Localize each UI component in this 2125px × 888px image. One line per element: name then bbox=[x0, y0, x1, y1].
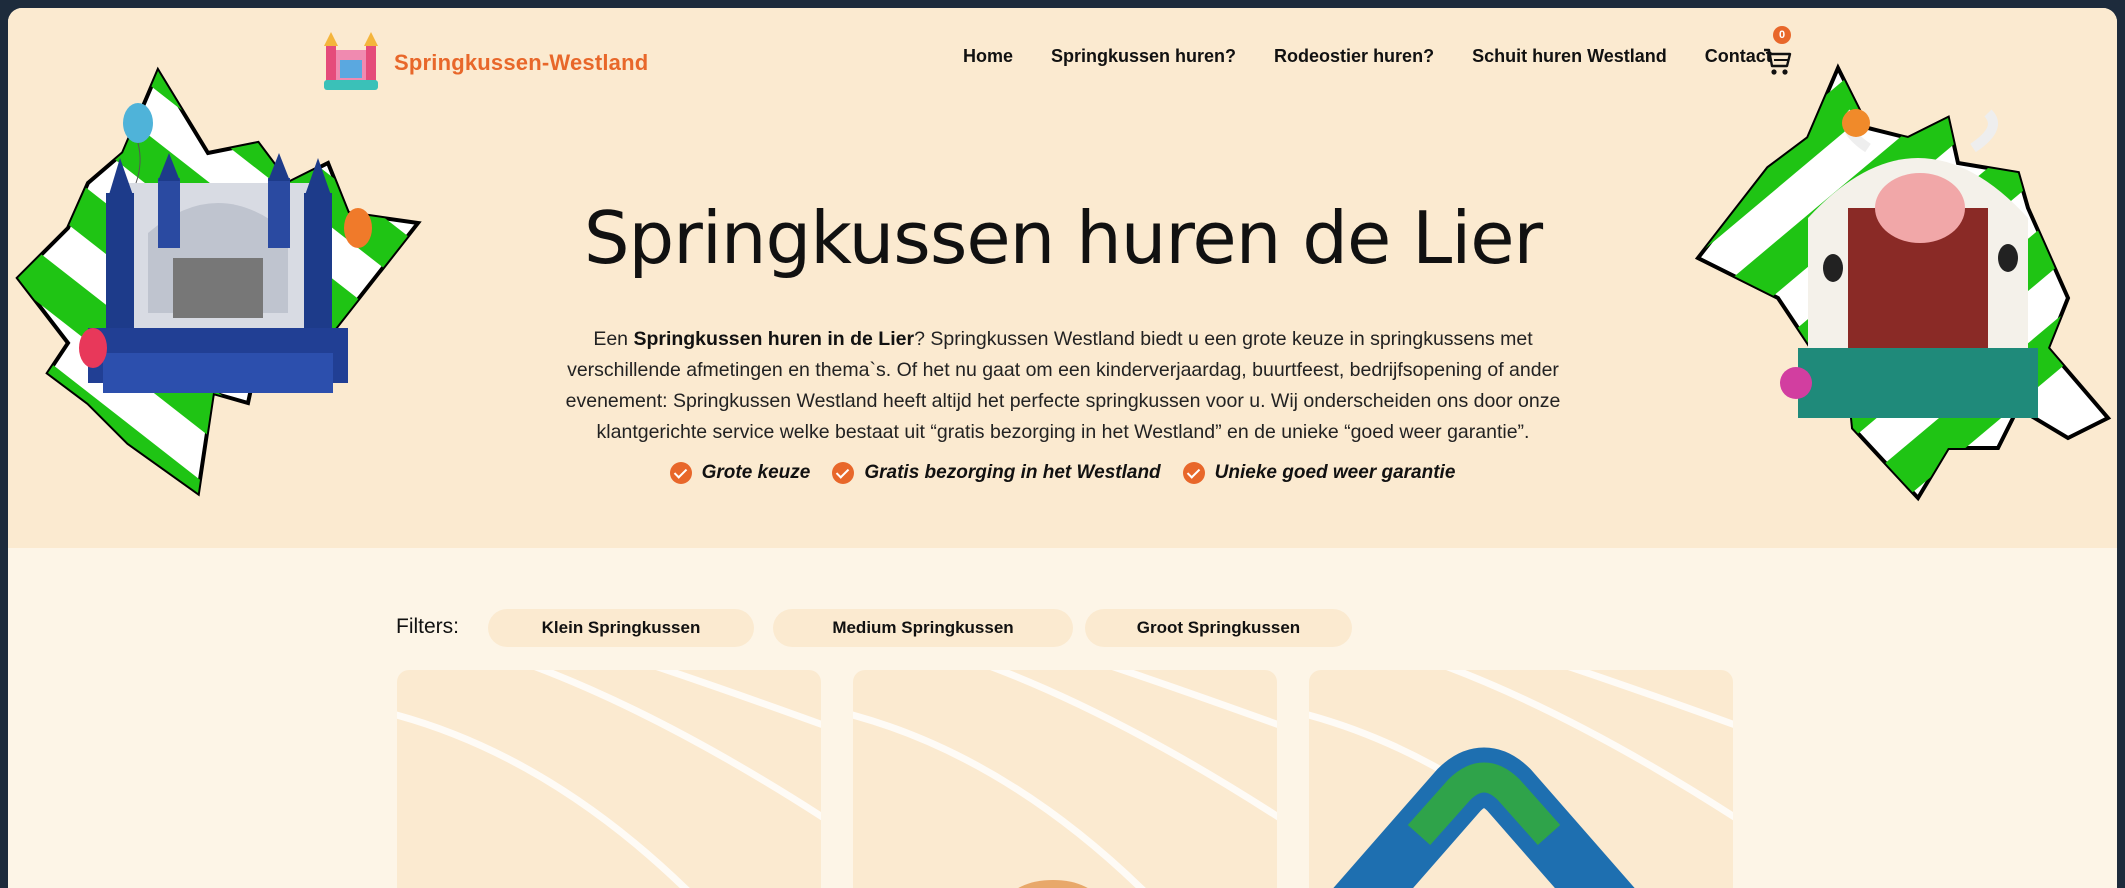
browser-page: Springkussen-Westland Home Springkussen … bbox=[8, 8, 2117, 888]
usp-list: Grote keuze Gratis bezorging in het West… bbox=[8, 462, 2117, 484]
intro-prefix: Een bbox=[593, 327, 634, 350]
hero-section: Springkussen-Westland Home Springkussen … bbox=[8, 8, 2117, 548]
nav-home[interactable]: Home bbox=[963, 46, 1013, 67]
product-card[interactable] bbox=[853, 670, 1277, 888]
product-card[interactable] bbox=[1309, 670, 1733, 888]
castle-bouncy-illustration bbox=[15, 66, 422, 497]
nav-springkussen-huren[interactable]: Springkussen huren? bbox=[1051, 46, 1236, 67]
product-image bbox=[1018, 880, 1088, 888]
nav-rodeostier-huren[interactable]: Rodeostier huren? bbox=[1274, 46, 1434, 67]
usp-item: Unieke goed weer garantie bbox=[1182, 462, 1456, 484]
check-circle-icon bbox=[669, 462, 692, 484]
product-image bbox=[1333, 747, 1635, 888]
usp-label: Gratis bezorging in het Westland bbox=[864, 462, 1161, 483]
main-menu: Home Springkussen huren? Rodeostier hure… bbox=[963, 46, 1810, 67]
filter-klein-springkussen[interactable]: Klein Springkussen bbox=[488, 609, 754, 647]
nav-schuit-huren[interactable]: Schuit huren Westland bbox=[1472, 46, 1667, 67]
top-navigation: Springkussen-Westland Home Springkussen … bbox=[8, 8, 2117, 108]
cart-icon[interactable] bbox=[1762, 46, 1792, 76]
usp-label: Unieke goed weer garantie bbox=[1214, 462, 1456, 483]
castle-logo-icon[interactable] bbox=[322, 30, 380, 92]
brand-name[interactable]: Springkussen-Westland bbox=[394, 50, 648, 76]
usp-item: Grote keuze bbox=[669, 462, 811, 484]
filters-label: Filters: bbox=[396, 615, 459, 638]
check-circle-icon bbox=[832, 462, 855, 484]
cart-count-badge: 0 bbox=[1773, 26, 1791, 44]
cow-bouncy-illustration bbox=[1694, 63, 2112, 502]
intro-bold: Springkussen huren in de Lier bbox=[633, 327, 915, 350]
card-background-pattern bbox=[853, 670, 1277, 888]
card-background-pattern bbox=[1309, 670, 1733, 888]
card-background-pattern bbox=[397, 670, 821, 888]
intro-text: Een Springkussen huren in de Lier? Sprin… bbox=[548, 324, 1578, 448]
product-card[interactable] bbox=[397, 670, 821, 888]
filter-medium-springkussen[interactable]: Medium Springkussen bbox=[773, 609, 1073, 647]
check-circle-icon bbox=[1182, 462, 1205, 484]
usp-item: Gratis bezorging in het Westland bbox=[832, 462, 1161, 484]
usp-label: Grote keuze bbox=[701, 462, 811, 483]
filter-groot-springkussen[interactable]: Groot Springkussen bbox=[1085, 609, 1352, 647]
page-title: Springkussen huren de Lier bbox=[583, 196, 1543, 280]
